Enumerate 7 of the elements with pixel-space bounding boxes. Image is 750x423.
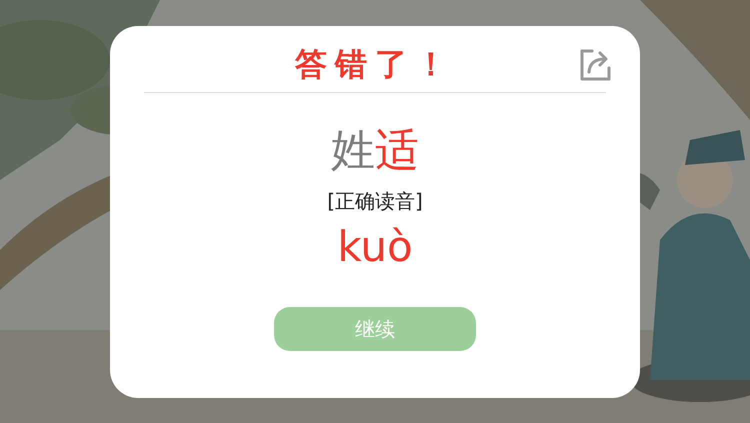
- pinyin-text: kuò: [337, 220, 413, 272]
- word-character: 姓: [331, 124, 375, 176]
- dialog-title: 答错了！: [295, 44, 455, 84]
- word-character: 适: [375, 124, 419, 176]
- continue-button[interactable]: 继续: [274, 306, 476, 350]
- share-icon[interactable]: [578, 48, 612, 82]
- answer-label: [正确读音]: [327, 188, 423, 214]
